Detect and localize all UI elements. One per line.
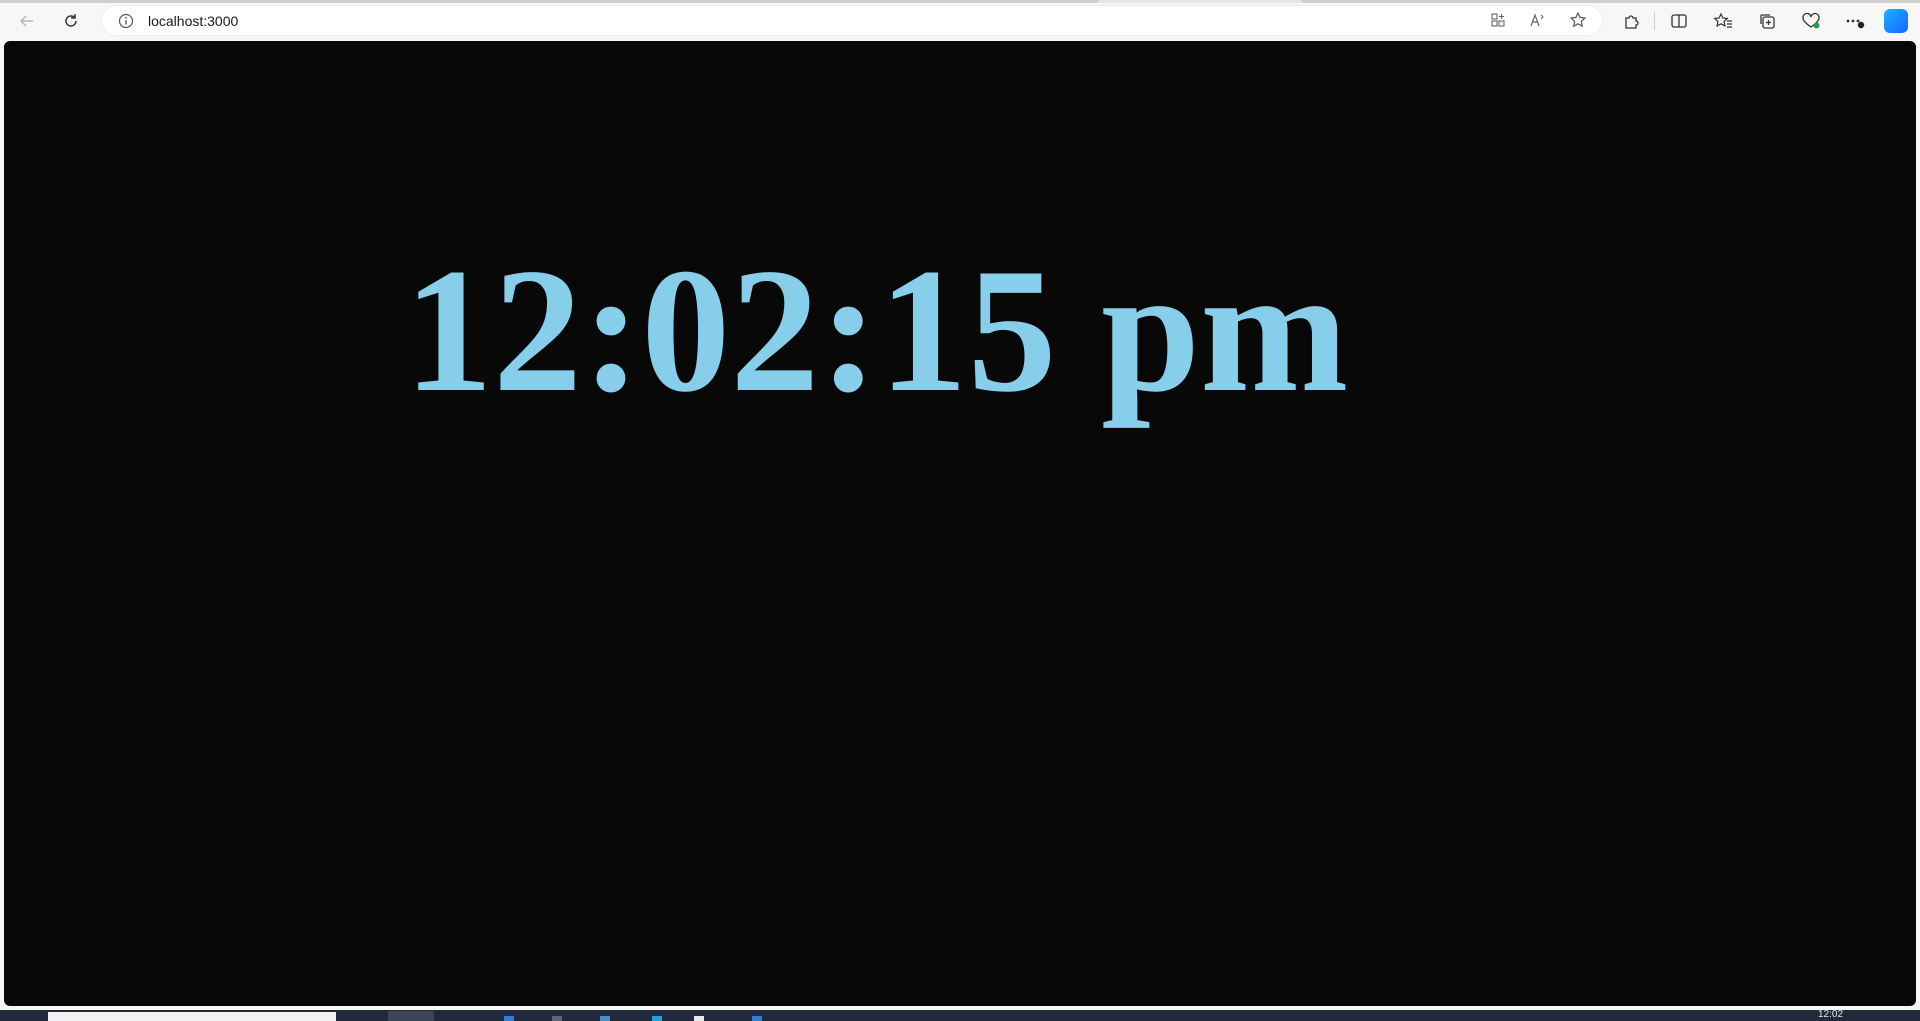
tab-segment[interactable] — [1302, 0, 1920, 3]
back-button[interactable] — [14, 8, 40, 34]
taskbar-clock[interactable]: 12:02 — [1818, 1010, 1843, 1020]
read-aloud-icon[interactable] — [1526, 8, 1550, 32]
taskbar: 12:02 — [0, 1010, 1920, 1021]
url-text[interactable]: localhost:3000 — [148, 13, 238, 29]
info-icon[interactable] — [117, 12, 134, 29]
browser-toolbar: localhost:3000 — [0, 0, 1920, 40]
page-viewport: 12:02:15 pm — [4, 41, 1916, 1006]
favorites-icon[interactable] — [1710, 8, 1736, 34]
tab-strip — [0, 0, 1920, 3]
puzzle-icon[interactable] — [1618, 8, 1644, 34]
apps-icon[interactable] — [1486, 8, 1510, 32]
taskbar-app-icon[interactable] — [694, 1016, 704, 1021]
split-screen-icon[interactable] — [1666, 8, 1692, 34]
refresh-icon — [65, 14, 77, 27]
collections-icon[interactable] — [1754, 8, 1780, 34]
copilot-icon[interactable] — [1884, 9, 1908, 33]
heart-pulse-icon[interactable] — [1798, 8, 1824, 34]
taskbar-app-icon[interactable] — [600, 1016, 610, 1021]
digital-clock: 12:02:15 pm — [404, 231, 1349, 429]
tab-segment[interactable] — [0, 0, 1098, 3]
address-bar[interactable]: localhost:3000 — [102, 6, 1602, 35]
taskbar-app-icon[interactable] — [504, 1016, 514, 1021]
taskbar-app-icon[interactable] — [752, 1016, 762, 1021]
taskbar-app-icon[interactable] — [552, 1016, 562, 1021]
more-dots-icon[interactable] — [1842, 8, 1868, 34]
taskbar-app-icon[interactable] — [652, 1016, 662, 1021]
back-arrow-icon — [19, 15, 33, 27]
taskbar-active-app[interactable] — [388, 1011, 434, 1021]
refresh-button[interactable] — [58, 8, 84, 34]
taskbar-search[interactable] — [48, 1012, 336, 1021]
star-icon[interactable] — [1566, 8, 1590, 32]
toolbar-divider — [1654, 12, 1655, 30]
